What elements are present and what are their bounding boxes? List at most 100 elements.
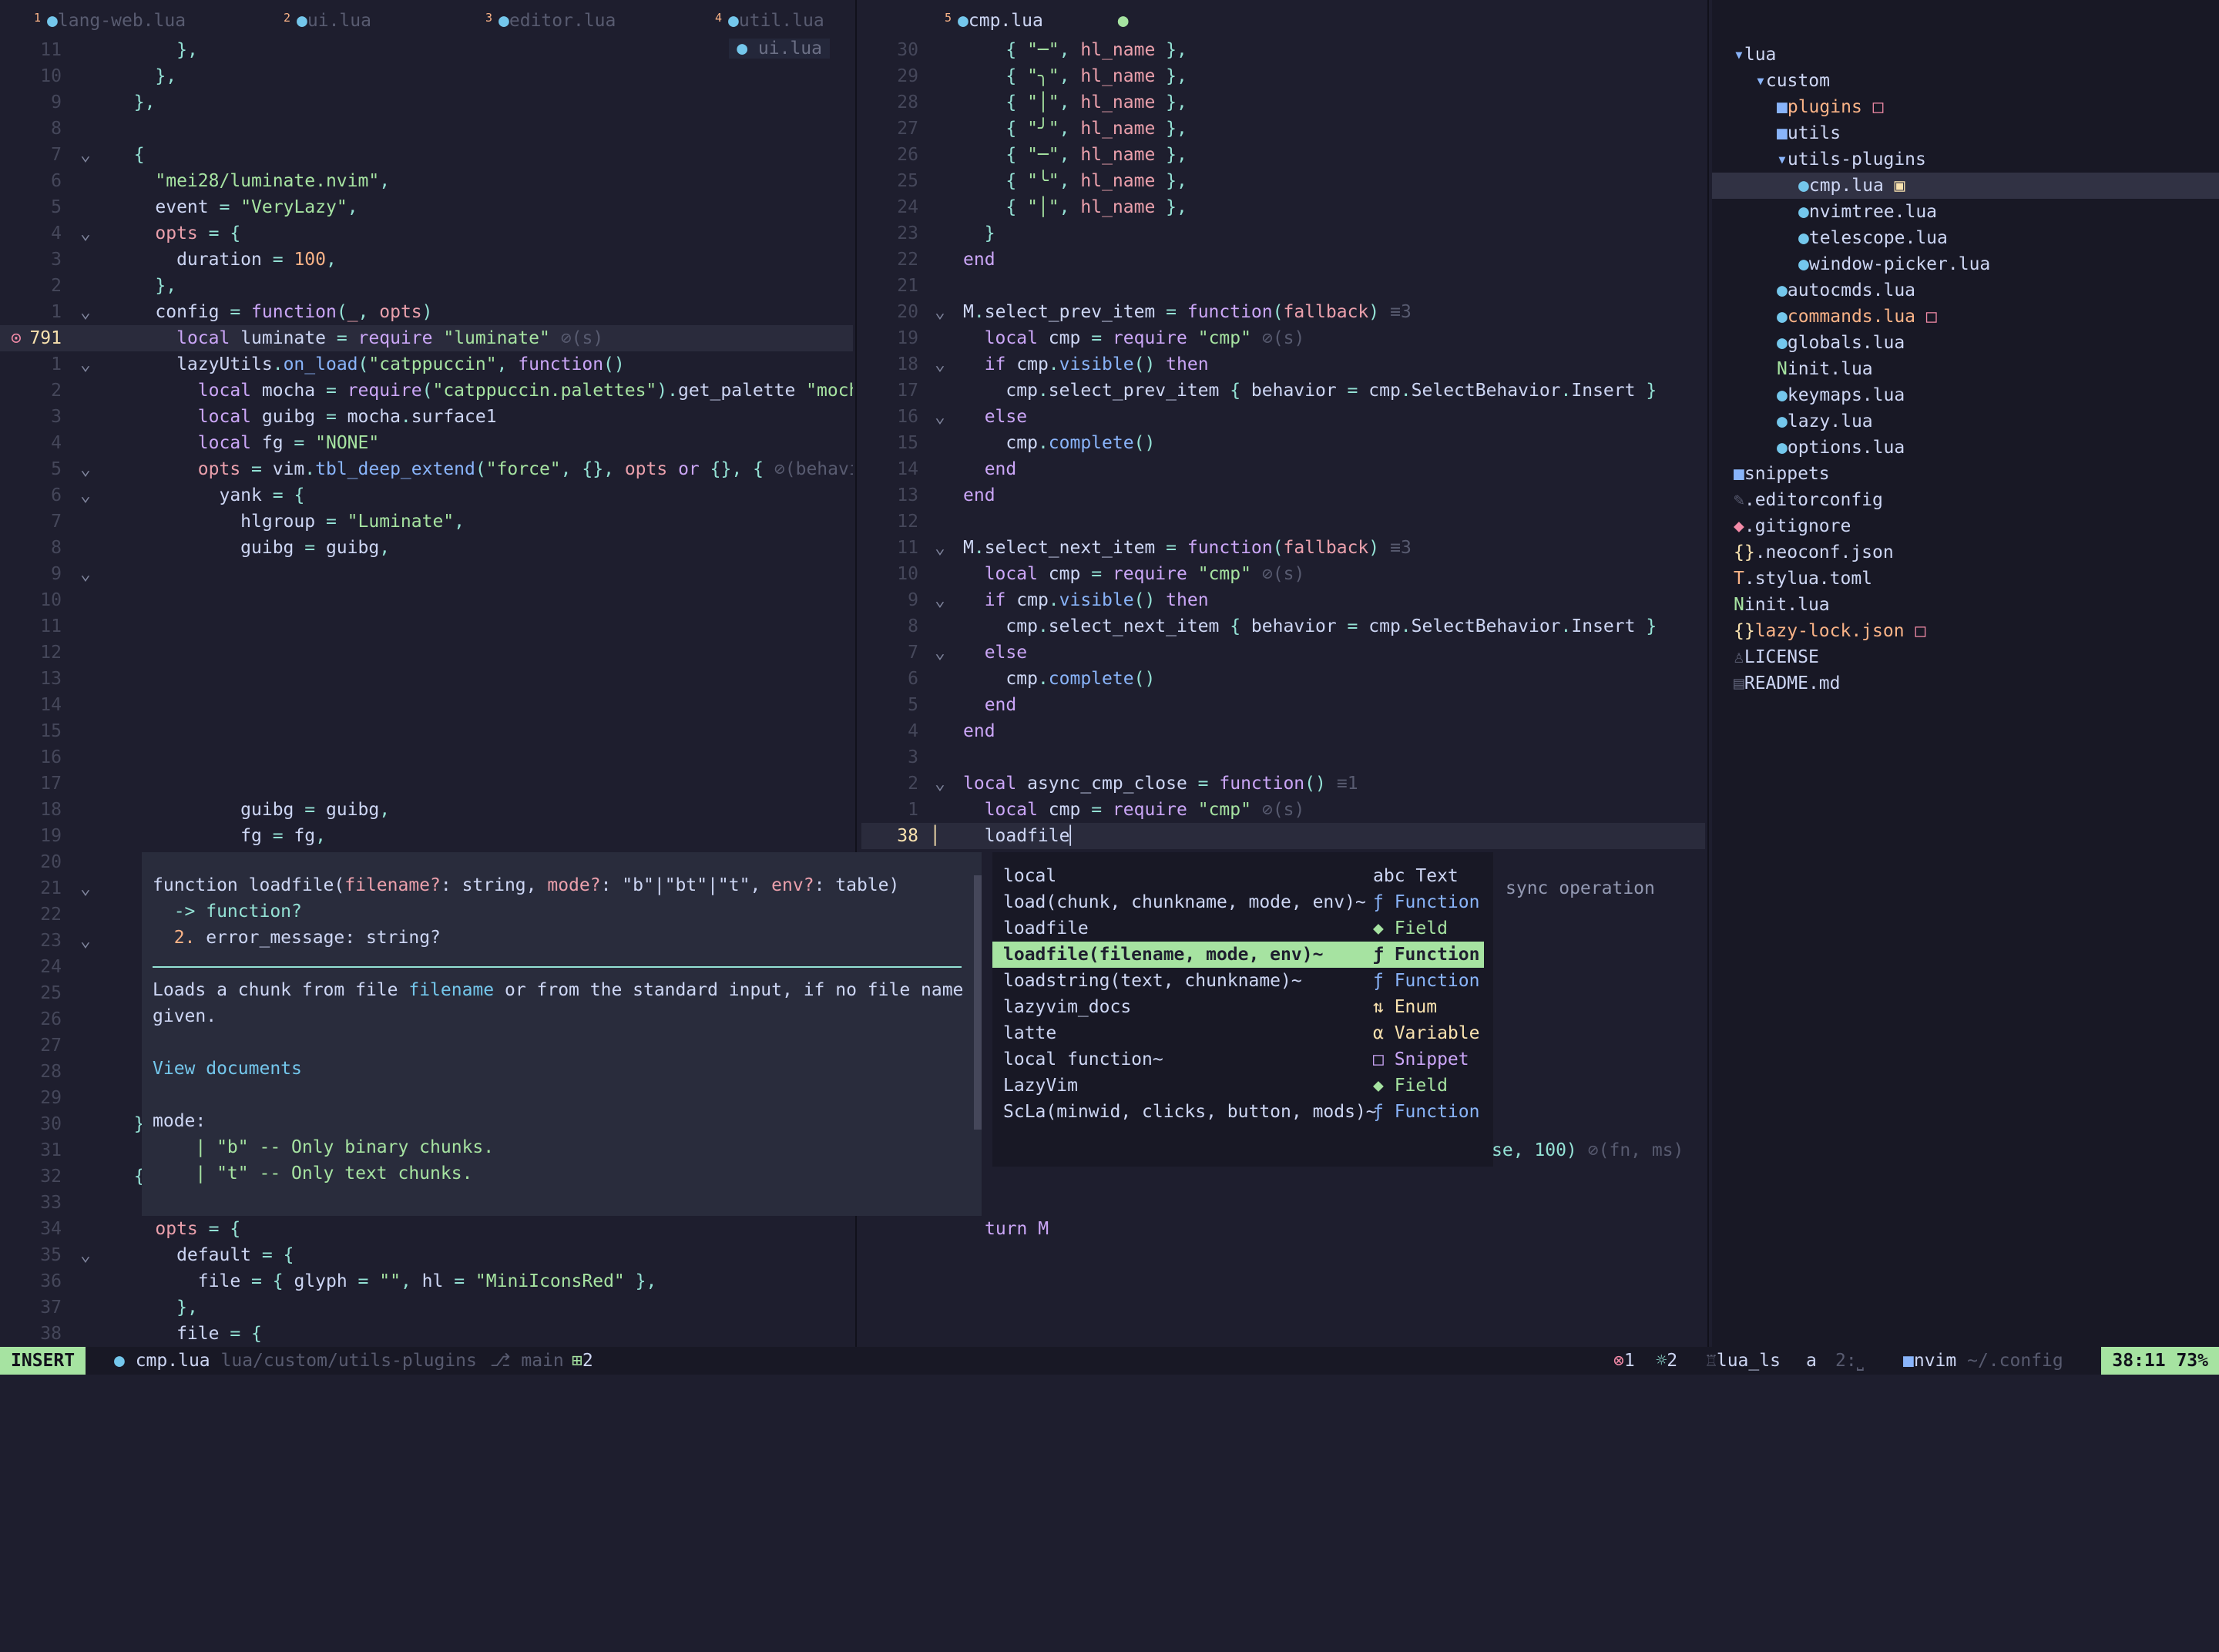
code-line[interactable]: 11 }, [0, 37, 853, 63]
code-line[interactable]: 28 { "│", hl_name }, [861, 89, 1705, 116]
code-line[interactable]: 3 [861, 744, 1705, 771]
cursor-position: 38:11 73% [2101, 1347, 2219, 1375]
code-line[interactable]: 17 [0, 771, 853, 797]
code-line[interactable]: 11 [0, 613, 853, 640]
code-line[interactable]: 11 ⌄ M.select_next_item = function(fallbac… [861, 535, 1705, 561]
tab-lang-web[interactable]: 1 ●lang-web.lua [34, 11, 186, 31]
status-file: ● cmp.lua lua/custom/utils-plugins [114, 1351, 477, 1371]
code-line[interactable]: 7 ⌄ { [0, 142, 853, 168]
lsp-client: ♖lua_ls [1706, 1351, 1781, 1371]
code-line[interactable]: 27 { "╯", hl_name }, [861, 116, 1705, 142]
view-documents-link[interactable]: View documents [153, 1059, 302, 1079]
code-line[interactable]: 17 cmp.select_prev_item { behavior = cmp… [861, 378, 1705, 404]
code-line[interactable]: 1 local cmp = require "cmp" ⊘(s) [861, 797, 1705, 823]
code-line[interactable]: 19 local cmp = require "cmp" ⊘(s) [861, 325, 1705, 351]
code-line[interactable]: 34 opts = { [0, 1216, 853, 1242]
code-line[interactable]: 18 guibg = guibg, [0, 797, 853, 823]
code-line[interactable]: 20 ⌄ M.select_prev_item = function(fallbac… [861, 299, 1705, 325]
code-line[interactable]: 4 end [861, 718, 1705, 744]
code-line[interactable]: 26 { "─", hl_name }, [861, 142, 1705, 168]
code-line[interactable]: 10 }, [0, 63, 853, 89]
code-line[interactable]: 7 hlgroup = "Luminate", [0, 509, 853, 535]
completion-item[interactable]: lazyvim_docs ⇅ Enum [992, 994, 1484, 1020]
code-line[interactable]: 4 ⌄ opts = { [0, 220, 853, 247]
code-line[interactable]: 9 }, [0, 89, 853, 116]
completion-item[interactable]: local function~ □ Snippet [992, 1046, 1484, 1073]
code-line[interactable]: 8 guibg = guibg, [0, 535, 853, 561]
code-line[interactable]: 3 local guibg = mocha.surface1 [0, 404, 853, 430]
code-line[interactable]: 5 event = "VeryLazy", [0, 194, 853, 220]
code-line[interactable]: 2 ⌄ local async_cmp_close = function() ≡1 [861, 771, 1705, 797]
sync-operation-text: sync operation [1506, 878, 1655, 898]
code-line[interactable]: 3 duration = 100, [0, 247, 853, 273]
code-line[interactable]: 8 [0, 116, 853, 142]
tab-cmp[interactable]: 5 ●cmp.lua ● [945, 11, 1129, 31]
code-line[interactable]: 1 ⌄ config = function(_, opts) [0, 299, 853, 325]
window-separator-2[interactable] [1707, 0, 1709, 1347]
tab-util[interactable]: 4 ●util.lua [715, 11, 824, 31]
code-line[interactable]: 5 ⌄ opts = vim.tbl_deep_extend("force", {… [0, 456, 853, 482]
code-line[interactable]: 14 end [861, 456, 1705, 482]
code-line[interactable]: 22 end [861, 247, 1705, 273]
code-line[interactable]: 2 }, [0, 273, 853, 299]
doc-scrollbar[interactable] [974, 875, 982, 1130]
code-line[interactable]: 4 local fg = "NONE" [0, 430, 853, 456]
code-line[interactable]: 6 "mei28/luminate.nvim", [0, 168, 853, 194]
code-line[interactable]: 6 ⌄ yank = { [0, 482, 853, 509]
code-line[interactable]: 5 end [861, 692, 1705, 718]
code-line[interactable]: 14 [0, 692, 853, 718]
code-line[interactable]: 10 local cmp = require "cmp" ⊘(s) [861, 561, 1705, 587]
indent-info: 2:⎵ [1835, 1351, 1864, 1371]
code-line[interactable]: 2 local mocha = require("catppuccin.pale… [0, 378, 853, 404]
code-line[interactable]: 8 cmp.select_next_item { behavior = cmp.… [861, 613, 1705, 640]
code-line[interactable]: 10 [0, 587, 853, 613]
completion-item[interactable]: load(chunk, chunkname, mode, env)~ ƒ Func… [992, 889, 1484, 915]
code-line[interactable]: 38 file = { [0, 1321, 853, 1347]
code-line[interactable]: 12 [861, 509, 1705, 535]
code-line[interactable]: 16 [0, 744, 853, 771]
code-line[interactable]: 12 [0, 640, 853, 666]
return-fragment: turn M [985, 1219, 1049, 1239]
completion-item[interactable]: loadfile ◆ Field [992, 915, 1484, 942]
tab-ui[interactable]: 2 ●ui.lua [284, 11, 371, 31]
mode-heading: mode: [153, 1111, 206, 1131]
code-line[interactable]: 13 end [861, 482, 1705, 509]
code-line[interactable]: 7 ⌄ else [861, 640, 1705, 666]
code-line[interactable]: 9 ⌄ [0, 561, 853, 587]
code-line[interactable]: 1 ⌄ lazyUtils.on_load("catppuccin", funct… [0, 351, 853, 378]
completion-item[interactable]: local abc Text [992, 863, 1484, 889]
code-line[interactable]: 15 [0, 718, 853, 744]
code-line[interactable]: 23 } [861, 220, 1705, 247]
code-line[interactable]: 15 cmp.complete() [861, 430, 1705, 456]
code-line[interactable]: 30 { "─", hl_name }, [861, 37, 1705, 63]
completion-menu[interactable]: local abc Text load(chunk, chunkname, mode… [992, 852, 1493, 1167]
tree-file[interactable]: ●cmp.lua ▣ [1712, 173, 2219, 199]
code-line[interactable]: 791 local luminate = require "luminate" ⊘… [0, 325, 853, 351]
file-explorer[interactable]: ▾lua ▾custom ■plugins □ ■utils ▾utils-plugin… [1712, 0, 2219, 1347]
code-line[interactable]: 13 [0, 666, 853, 692]
code-line[interactable]: 36 file = { glyph = "", hl = "MiniIconsR… [0, 1268, 853, 1294]
completion-item[interactable]: latte α Variable [992, 1020, 1484, 1046]
code-line[interactable]: 19 fg = fg, [0, 823, 853, 849]
code-line[interactable]: 38 ▏ loadfile▏ [861, 823, 1705, 849]
code-line[interactable]: 37 }, [0, 1294, 853, 1321]
completion-item[interactable]: LazyVim ◆ Field [992, 1073, 1484, 1099]
breakpoint-icon[interactable]: ⊙ [11, 325, 22, 351]
code-line[interactable]: 16 ⌄ else [861, 404, 1705, 430]
code-line[interactable]: 25 { "╰", hl_name }, [861, 168, 1705, 194]
completion-item[interactable]: loadstring(text, chunkname)~ ƒ Function [992, 968, 1484, 994]
code-line[interactable]: 18 ⌄ if cmp.visible() then [861, 351, 1705, 378]
code-line[interactable]: 29 { "╮", hl_name }, [861, 63, 1705, 89]
completion-item[interactable]: ScLa(minwid, clicks, button, mods)~ ƒ Fun… [992, 1099, 1484, 1125]
diagnostics: ⊗1 ☼2 [1613, 1351, 1678, 1371]
code-line[interactable]: 6 cmp.complete() [861, 666, 1705, 692]
code-line[interactable]: 24 { "│", hl_name }, [861, 194, 1705, 220]
tab-editor[interactable]: 3 ●editor.lua [485, 11, 616, 31]
completion-item[interactable]: loadfile(filename, mode, env)~ ƒ Function [992, 942, 1484, 968]
code-line[interactable]: 21 [861, 273, 1705, 299]
description-line-1: Loads a chunk from file filename or from… [153, 980, 982, 1000]
cwd: ■nvim ~/.config [1903, 1351, 2063, 1371]
code-line[interactable]: 9 ⌄ if cmp.visible() then [861, 587, 1705, 613]
code-line[interactable]: 35 ⌄ default = { [0, 1242, 853, 1268]
hover-documentation-popup[interactable]: function loadfile(filename?: string, mod… [142, 852, 982, 1216]
